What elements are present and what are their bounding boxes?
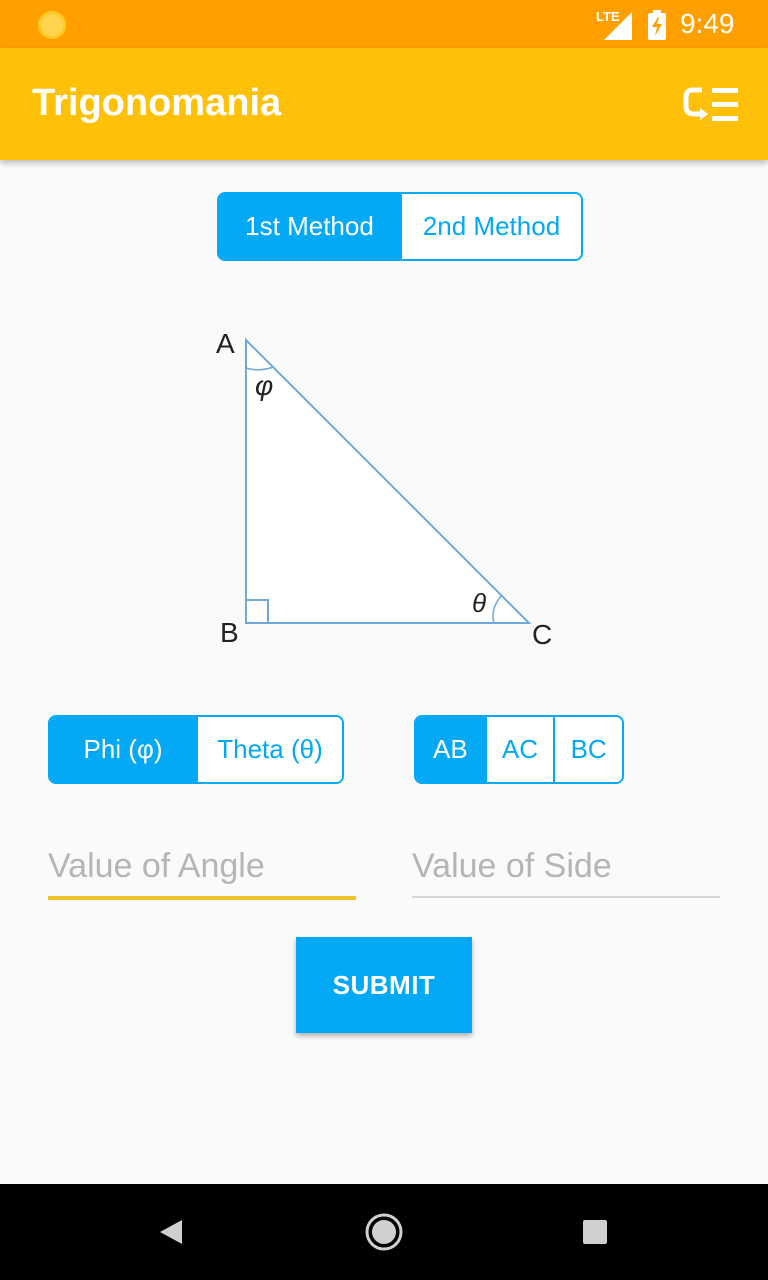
battery-charging-icon xyxy=(648,10,666,40)
triangle-diagram: A B C φ θ xyxy=(216,328,552,650)
phi-label: φ xyxy=(255,370,273,401)
status-bar: LTE 9:49 xyxy=(0,0,768,48)
angle-field xyxy=(48,836,356,900)
recents-icon[interactable] xyxy=(571,1208,619,1256)
side-option-ab[interactable]: AB xyxy=(416,717,485,782)
side-option-ac[interactable]: AC xyxy=(484,717,554,782)
back-icon[interactable] xyxy=(148,1208,196,1256)
method-toggle: 1st Method 2nd Method xyxy=(217,192,583,261)
theta-label: θ xyxy=(472,588,486,618)
angle-toggle: Phi (φ) Theta (θ) xyxy=(48,715,344,784)
angle-input[interactable] xyxy=(48,836,356,896)
vertex-c-label: C xyxy=(532,619,552,650)
side-input-underline xyxy=(412,896,720,898)
app-bar: Trigonomania xyxy=(0,48,768,160)
side-input[interactable] xyxy=(412,836,720,896)
home-icon[interactable] xyxy=(360,1208,408,1256)
angle-input-underline xyxy=(48,896,356,900)
menu-icon xyxy=(683,87,738,121)
triangle-shape xyxy=(245,337,532,624)
method-option-1[interactable]: 1st Method xyxy=(219,194,400,259)
side-toggle: AB AC BC xyxy=(414,715,624,784)
side-field xyxy=(412,836,720,898)
screen: LTE 9:49 Trigonomania 1st Method 2nd Met… xyxy=(0,0,768,1280)
vertex-b-label: B xyxy=(220,617,239,648)
angle-option-theta[interactable]: Theta (θ) xyxy=(196,717,342,782)
submit-button[interactable]: SUBMIT xyxy=(296,937,472,1033)
app-title: Trigonomania xyxy=(32,82,282,124)
angle-option-phi[interactable]: Phi (φ) xyxy=(50,717,196,782)
weather-sun-icon xyxy=(38,11,66,39)
method-option-2[interactable]: 2nd Method xyxy=(400,194,581,259)
side-option-bc[interactable]: BC xyxy=(553,717,622,782)
clock: 9:49 xyxy=(680,8,735,39)
vertex-a-label: A xyxy=(216,328,235,359)
signal-icon xyxy=(604,12,632,40)
menu-button[interactable] xyxy=(680,82,744,130)
navigation-bar xyxy=(0,1184,768,1280)
